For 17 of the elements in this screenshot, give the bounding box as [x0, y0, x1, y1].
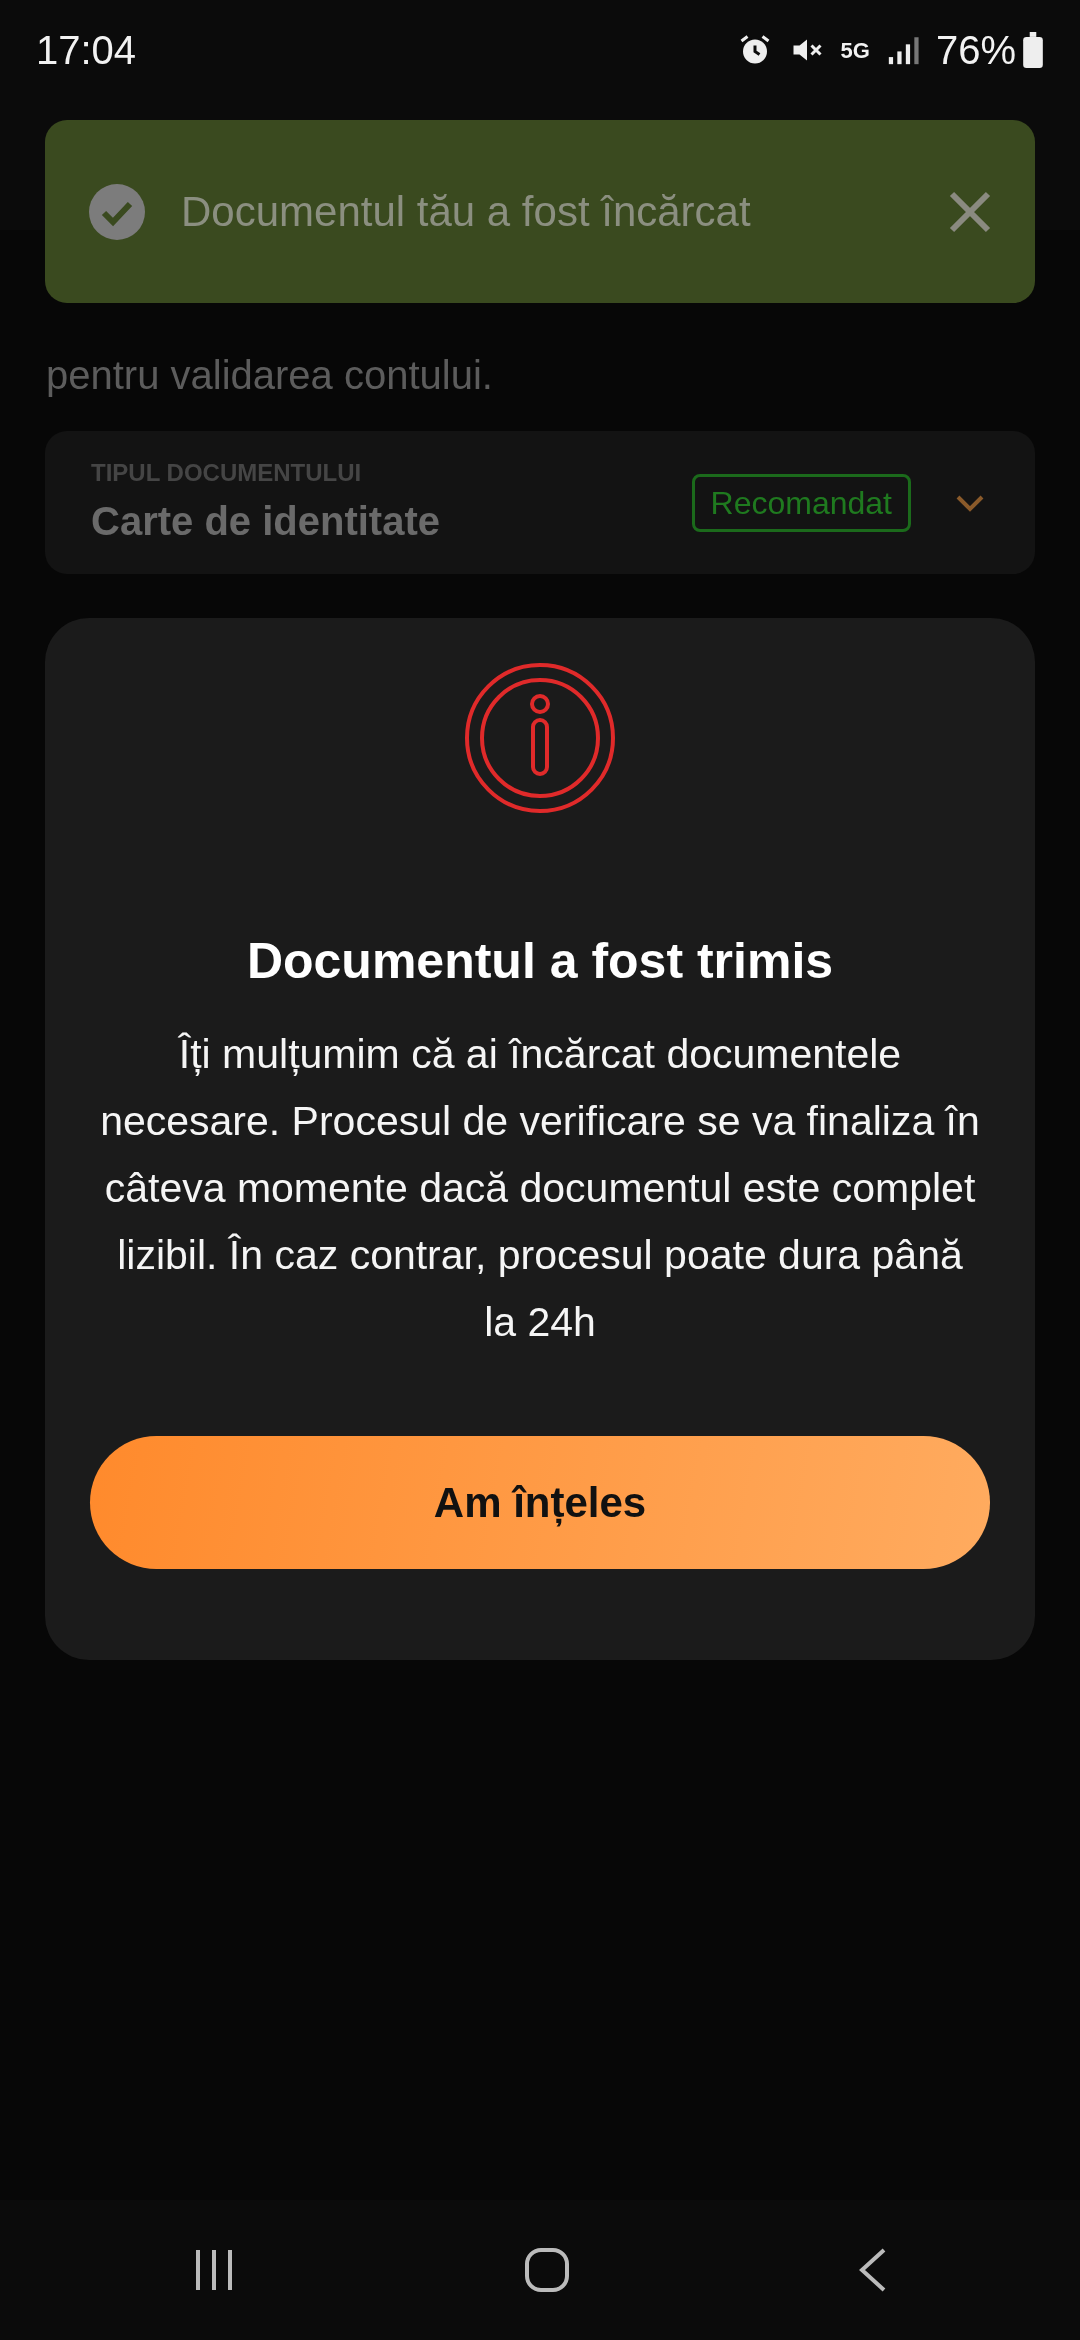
checkmark-icon	[89, 183, 145, 240]
field-value: Carte de identitate	[91, 497, 440, 545]
toast-message: Documentul tău a fost încărcat	[181, 187, 751, 237]
confirm-button[interactable]: Am înțeles	[90, 1436, 990, 1569]
back-icon	[858, 2247, 888, 2293]
network-type: 5G	[840, 36, 870, 65]
recommended-badge: Recomandat	[691, 473, 911, 532]
instruction-text: pentru validarea contului.	[46, 352, 494, 399]
close-icon	[949, 190, 991, 233]
home-icon	[524, 2247, 570, 2293]
dialog-title: Documentul a fost trimis	[246, 932, 834, 991]
dialog-message: Îți mulțumim că ai încărcat documentele necesare. Procesul de verificare se va finaliza în câteva momente dacă documentul este complet lizibil. În caz contrar, procesul poate dura până la 24h	[100, 1030, 980, 1347]
battery-percentage: 76%	[935, 27, 1016, 74]
info-icon	[464, 662, 616, 814]
clock-time: 17:04	[36, 27, 137, 74]
close-button[interactable]	[949, 190, 991, 233]
battery-icon	[1022, 32, 1044, 68]
